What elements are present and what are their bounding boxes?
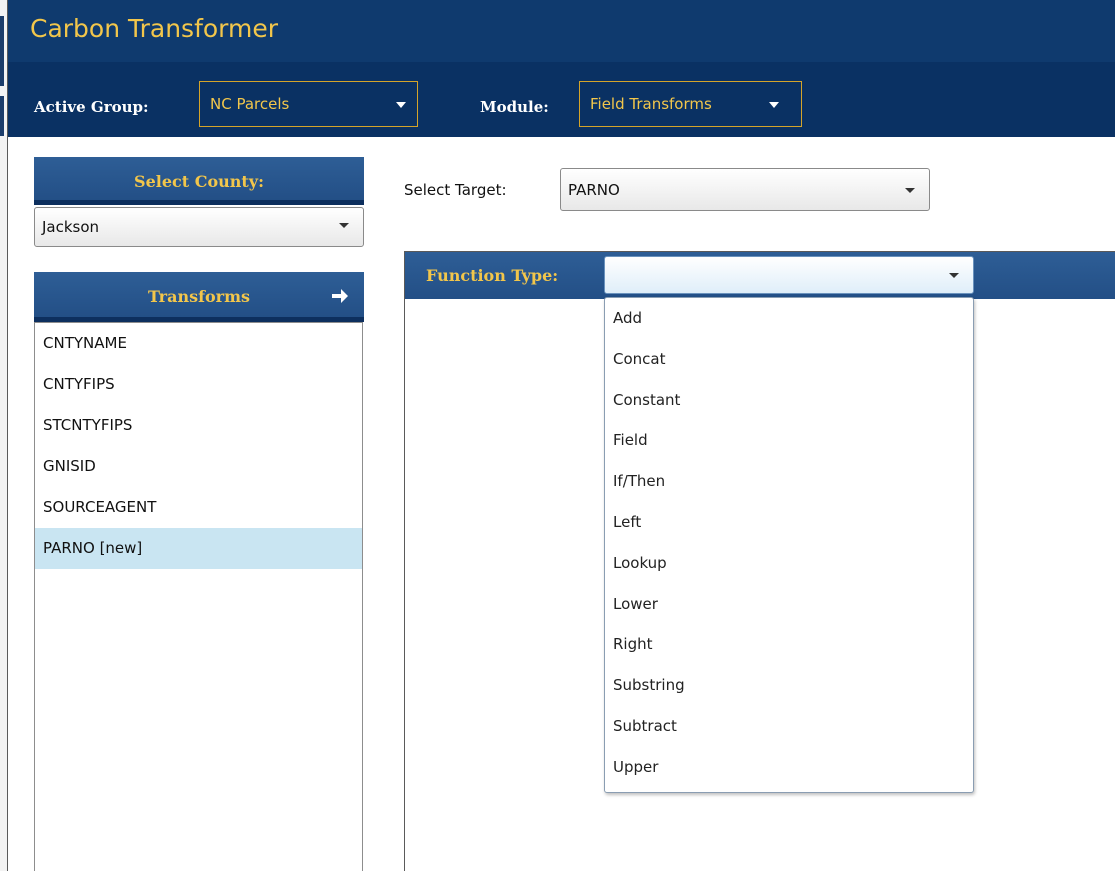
dropdown-option[interactable]: Lookup [605,543,973,584]
dropdown-option[interactable]: Constant [605,380,973,421]
chevron-down-icon [339,223,349,228]
chevron-down-icon [769,102,779,108]
transforms-list: CNTYNAME CNTYFIPS STCNTYFIPS GNISID SOUR… [34,322,363,871]
select-county-title: Select County: [134,172,264,191]
module-select[interactable]: Field Transforms [579,81,802,127]
active-group-value: NC Parcels [210,95,290,113]
left-window-edge [0,0,8,871]
list-item[interactable]: CNTYFIPS [35,364,362,405]
transforms-header: Transforms [34,272,364,322]
dropdown-option[interactable]: Concat [605,339,973,380]
list-item-selected[interactable]: PARNO [new] [35,528,362,569]
list-item[interactable]: GNISID [35,446,362,487]
title-bar: Carbon Transformer [8,0,1115,62]
dropdown-option[interactable]: Field [605,420,973,461]
dropdown-option[interactable]: Left [605,502,973,543]
dropdown-option[interactable]: Substring [605,665,973,706]
function-type-label: Function Type: [426,266,559,285]
dropdown-option[interactable]: If/Then [605,461,973,502]
edge-block [0,16,4,86]
module-value: Field Transforms [590,95,712,113]
county-select[interactable]: Jackson [34,207,364,247]
target-select[interactable]: PARNO [560,168,930,211]
transforms-title: Transforms [147,287,251,306]
list-item[interactable]: SOURCEAGENT [35,487,362,528]
target-value: PARNO [568,181,620,199]
dropdown-option[interactable]: Add [605,298,973,339]
chevron-down-icon [905,188,915,193]
nav-bar: Active Group: NC Parcels Module: Field T… [8,62,1115,137]
dropdown-option[interactable]: Right [605,624,973,665]
app-title: Carbon Transformer [30,14,279,43]
active-group-label: Active Group: [34,98,149,116]
active-group-select[interactable]: NC Parcels [199,81,418,127]
module-label: Module: [480,98,549,116]
select-county-header: Select County: [34,157,364,205]
chevron-down-icon [949,273,959,278]
function-type-dropdown: Add Concat Constant Field If/Then Left L… [604,297,974,793]
list-item[interactable]: CNTYNAME [35,323,362,364]
select-target-label: Select Target: [404,181,507,199]
edge-block [0,96,4,136]
dropdown-option[interactable]: Lower [605,584,973,625]
arrow-right-icon[interactable] [330,286,350,306]
chevron-down-icon [396,102,406,108]
list-item[interactable]: STCNTYFIPS [35,405,362,446]
function-type-select[interactable] [604,256,974,294]
dropdown-option[interactable]: Upper [605,747,973,788]
county-value: Jackson [42,218,100,236]
dropdown-option[interactable]: Subtract [605,706,973,747]
